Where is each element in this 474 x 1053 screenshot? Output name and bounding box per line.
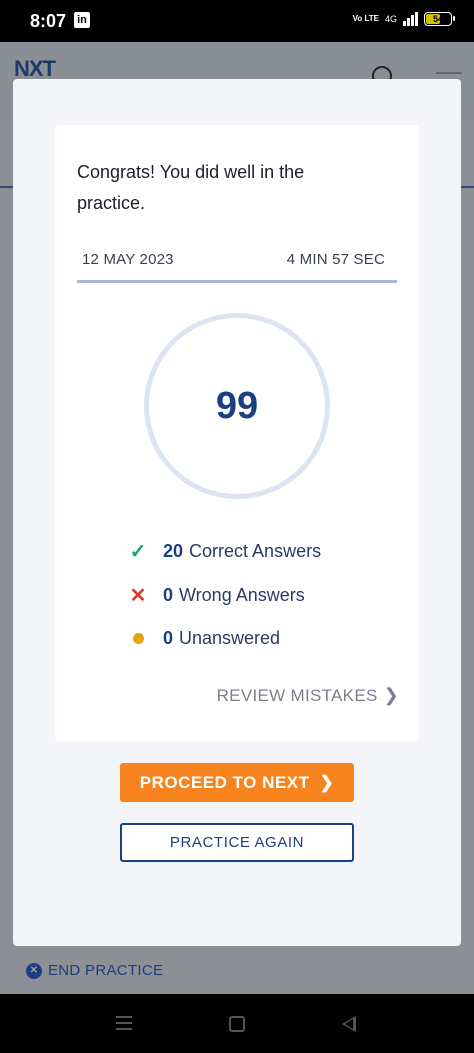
- stat-wrong: ✕ 0 Wrong Answers: [127, 574, 387, 618]
- correct-label: Correct Answers: [189, 541, 322, 562]
- review-mistakes-link[interactable]: REVIEW MISTAKES ❯: [217, 685, 399, 706]
- result-modal: Congrats! You did well in the practice. …: [13, 79, 461, 946]
- status-icons: Vo LTE 4G 54: [352, 12, 455, 26]
- network-type: 4G: [384, 14, 397, 24]
- system-nav-bar: [0, 994, 474, 1053]
- practice-again-button[interactable]: PRACTICE AGAIN: [120, 823, 354, 862]
- recent-apps-icon[interactable]: [116, 1016, 132, 1030]
- menu-icon: [436, 72, 462, 74]
- chevron-right-icon: ❯: [383, 685, 399, 705]
- stat-unanswered: 0 Unanswered: [127, 617, 387, 661]
- wrong-label: Wrong Answers: [179, 584, 305, 605]
- result-card: Congrats! You did well in the practice. …: [55, 125, 419, 741]
- close-circle-icon: ✕: [26, 962, 42, 979]
- stat-correct: ✓ 20 Correct Answers: [127, 530, 387, 574]
- congrats-message: Congrats! You did well in the practice.: [77, 162, 305, 213]
- back-icon[interactable]: [342, 1016, 356, 1032]
- score-ring: 99: [144, 313, 330, 499]
- practice-again-label: PRACTICE AGAIN: [169, 834, 305, 851]
- practice-date: 12 MAY 2023: [82, 251, 174, 268]
- status-bar: 8:07 in Vo LTE 4G 54: [0, 0, 474, 42]
- practice-duration: 4 MIN 57 SEC: [286, 251, 385, 268]
- unanswered-label: Unanswered: [179, 628, 281, 649]
- home-icon[interactable]: [229, 1016, 245, 1032]
- proceed-label: PROCEED TO NEXT: [139, 772, 310, 792]
- linkedin-icon: in: [74, 12, 90, 28]
- check-icon: ✓: [129, 541, 147, 564]
- chevron-right-icon: ❯: [319, 772, 335, 792]
- dot-icon: [127, 633, 149, 645]
- end-practice-label: END PRACTICE: [48, 962, 164, 979]
- review-mistakes-label: REVIEW MISTAKES: [216, 685, 378, 705]
- unanswered-count: 0: [163, 628, 174, 649]
- battery-level: 54: [432, 14, 443, 24]
- battery-icon: 54: [424, 12, 455, 26]
- correct-count: 20: [163, 541, 184, 562]
- practice-meta: 12 MAY 2023 4 MIN 57 SEC: [77, 247, 397, 283]
- proceed-to-next-button[interactable]: PROCEED TO NEXT ❯: [120, 763, 354, 802]
- wrong-count: 0: [163, 584, 174, 605]
- signal-icon: [403, 12, 418, 26]
- cross-icon: ✕: [129, 584, 147, 607]
- end-practice-button: ✕ END PRACTICE: [26, 962, 163, 979]
- status-time: 8:07: [30, 11, 67, 31]
- volte-indicator: Vo LTE: [352, 14, 379, 23]
- score-value: 99: [215, 384, 259, 427]
- stats-list: ✓ 20 Correct Answers ✕ 0 Wrong Answers 0…: [127, 530, 387, 661]
